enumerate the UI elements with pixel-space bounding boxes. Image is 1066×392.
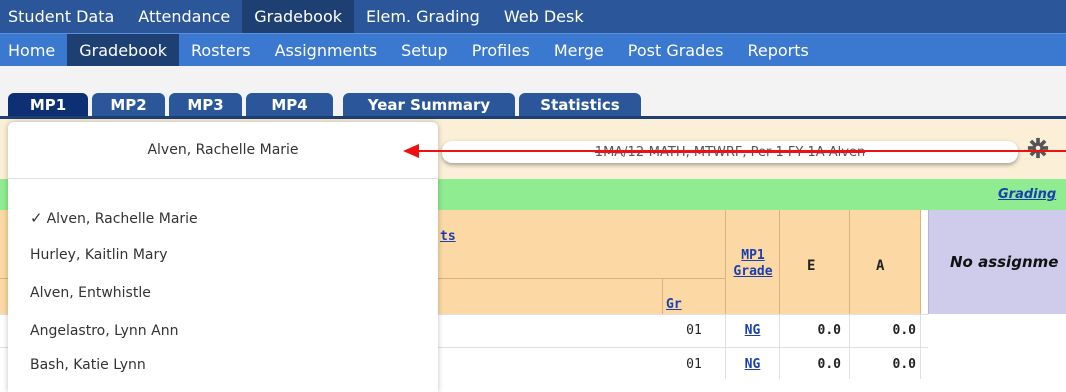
no-assignments-message: No assignme	[950, 253, 1059, 271]
tab-mp2[interactable]: MP2	[92, 93, 165, 116]
e-header: E	[807, 258, 816, 274]
mp1-grade-cell[interactable]: NG	[726, 323, 779, 338]
mp1-grade-header-link[interactable]: MP1 Grade	[727, 248, 779, 280]
marking-period-tabs: MP1 MP2 MP3 MP4 Year Summary Statistics	[0, 66, 1066, 119]
sub-nav-reports[interactable]: Reports	[735, 34, 820, 66]
gear-icon[interactable]	[1027, 137, 1049, 159]
a-cell: 0.0	[892, 323, 916, 338]
top-nav: Student Data Attendance Gradebook Elem. …	[0, 0, 1066, 33]
assignments-header-link[interactable]: ts	[440, 229, 456, 245]
tab-year-summary[interactable]: Year Summary	[343, 93, 515, 116]
header-divider	[920, 210, 921, 314]
annotation-arrow-icon	[403, 144, 419, 158]
header-divider	[725, 210, 726, 314]
sub-nav-post-grades[interactable]: Post Grades	[616, 34, 736, 66]
tab-mp4[interactable]: MP4	[246, 93, 333, 116]
student-option-label: Alven, Rachelle Marie	[46, 211, 198, 227]
course-label: 1MA/12-MATH, MTWRF, Per 1 FY 1A-Alven	[594, 144, 866, 160]
top-nav-attendance[interactable]: Attendance	[126, 0, 242, 33]
gr-cell: 01	[686, 357, 702, 372]
student-option[interactable]: Angelastro, Lynn Ann	[30, 323, 178, 339]
sub-nav-home[interactable]: Home	[0, 34, 67, 66]
grading-link[interactable]: Grading	[998, 187, 1056, 202]
student-option[interactable]: Alven, Entwhistle	[30, 285, 151, 301]
a-header: A	[876, 258, 885, 274]
sub-nav-merge[interactable]: Merge	[542, 34, 616, 66]
student-option[interactable]: Bash, Katie Lynn	[30, 357, 146, 373]
mp1-grade-cell[interactable]: NG	[726, 357, 779, 372]
gr-cell: 01	[686, 323, 702, 338]
sub-nav: Home Gradebook Rosters Assignments Setup…	[0, 33, 1066, 66]
student-dropdown: Alven, Rachelle Marie ✓ Alven, Rachelle M…	[8, 122, 438, 392]
a-cell: 0.0	[892, 357, 916, 372]
sub-nav-assignments[interactable]: Assignments	[263, 34, 390, 66]
tab-statistics[interactable]: Statistics	[519, 93, 641, 116]
tab-mp3[interactable]: MP3	[169, 93, 242, 116]
header-divider	[662, 278, 663, 314]
sub-nav-gradebook[interactable]: Gradebook	[67, 34, 180, 66]
header-divider	[779, 210, 780, 314]
top-nav-elem-grading[interactable]: Elem. Grading	[354, 0, 492, 33]
e-cell: 0.0	[817, 357, 841, 372]
annotation-arrow-line	[418, 150, 1066, 152]
top-nav-gradebook[interactable]: Gradebook	[242, 0, 354, 33]
sub-nav-rosters[interactable]: Rosters	[179, 34, 263, 66]
checkmark-icon: ✓	[30, 209, 43, 227]
student-option[interactable]: ✓ Alven, Rachelle Marie	[30, 209, 198, 227]
student-selector[interactable]: Alven, Rachelle Marie	[8, 122, 438, 179]
gr-header-link[interactable]: Gr	[666, 297, 682, 313]
mp1-grade-label: MP1	[741, 248, 765, 263]
student-option[interactable]: Hurley, Kaitlin Mary	[30, 247, 168, 263]
top-nav-web-desk[interactable]: Web Desk	[492, 0, 596, 33]
header-divider	[849, 210, 850, 314]
sub-nav-profiles[interactable]: Profiles	[460, 34, 542, 66]
column-divider	[920, 314, 921, 379]
e-cell: 0.0	[817, 323, 841, 338]
mp1-grade-label: Grade	[733, 264, 773, 279]
tab-mp1[interactable]: MP1	[8, 93, 88, 116]
course-selector[interactable]: 1MA/12-MATH, MTWRF, Per 1 FY 1A-Alven	[442, 141, 1018, 163]
sub-nav-setup[interactable]: Setup	[389, 34, 460, 66]
top-nav-student-data[interactable]: Student Data	[0, 0, 126, 33]
